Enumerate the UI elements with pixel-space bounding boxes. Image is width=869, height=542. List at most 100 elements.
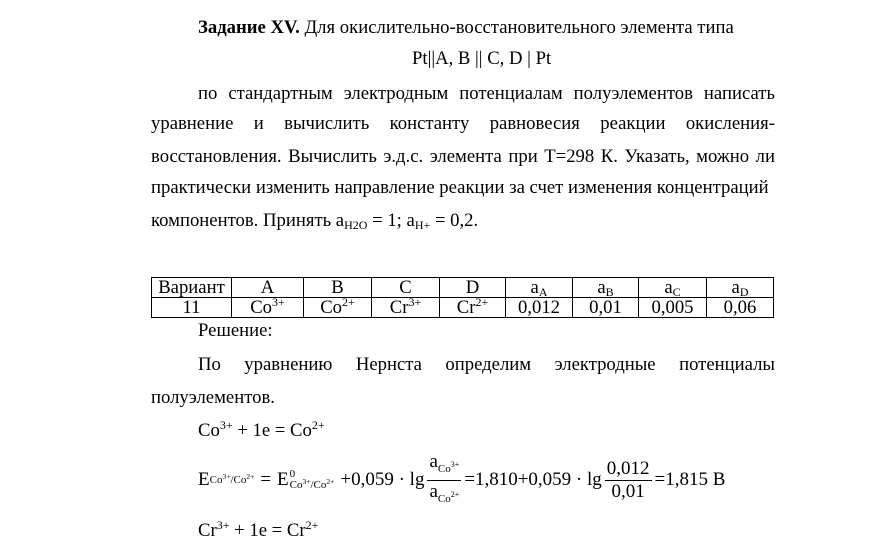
table-cell: 0,01	[572, 297, 639, 318]
word: реакции	[600, 113, 666, 134]
solution-intro-line: По уравнению Нернста определим электродные по…	[198, 354, 775, 376]
word: при	[508, 146, 538, 167]
header-text: Вариант	[158, 277, 225, 298]
reaction-cr: Cr3+ + 1e = Cr2+	[198, 518, 319, 542]
text-fragment: a	[429, 480, 438, 502]
standard-potential-scripts: 0 Co3+/Co2+	[290, 469, 335, 491]
table-cell: 0,06	[706, 297, 774, 318]
table-header-row: Вариант A B C DaA aB aC aD	[151, 277, 774, 298]
charge-sup: 3+	[450, 459, 460, 469]
table-header-cell: B	[303, 277, 372, 298]
charge-sup: 3+	[408, 295, 422, 309]
word: электродным	[343, 83, 449, 104]
text-fragment: Co	[289, 479, 303, 491]
table-cell: 0,012	[505, 297, 573, 318]
paragraph-line-1: по стандартным электродным потенциалам полуэ…	[198, 83, 775, 105]
a-h-subscript: H+	[414, 218, 431, 232]
cell-text: Cr	[389, 297, 409, 318]
table-header-cell: aA	[505, 277, 573, 298]
word: можно	[696, 146, 750, 167]
potential-subscript: Co3+/Co2+	[209, 473, 255, 486]
table-cell: 11	[151, 297, 232, 318]
charge-sup: 3+	[219, 418, 233, 432]
table-cell: Co2+	[303, 296, 372, 318]
log-term: +0,059 · lg	[340, 469, 425, 490]
text-fragment: = 0,2.	[430, 210, 479, 231]
word: вычислить	[284, 113, 370, 134]
solution-heading: Решение:	[198, 320, 273, 341]
table-header-cell: aB	[572, 277, 639, 298]
paragraph-line-3: восстановления. Вычислить э.д.с. элемента пр…	[151, 146, 775, 168]
word: константу	[389, 113, 470, 134]
a-h2o-subscript: H2O	[344, 218, 368, 232]
substituted-term: =1,810+0,059 · lg	[464, 469, 602, 490]
charge-sup: 3+	[216, 518, 230, 532]
table-header-cell: D	[439, 277, 506, 298]
text-fragment: Co	[209, 474, 223, 486]
charge-sup: 2+	[450, 489, 460, 499]
cell-text: 0,01	[589, 297, 622, 318]
text-fragment: компонентов. Принять a	[151, 210, 345, 231]
charge-sup: 3+	[272, 295, 285, 309]
word: элемента	[429, 146, 502, 167]
word: ли	[755, 146, 775, 167]
std-subscript: Co3+/Co2+	[289, 478, 335, 491]
fraction-denominator: 0,01	[611, 480, 645, 502]
word: уравнению	[244, 354, 333, 375]
word: Вычислить	[288, 146, 377, 167]
word: Нернста	[355, 354, 422, 375]
cell-text: 11	[182, 297, 201, 318]
word: по	[198, 83, 218, 104]
paragraph-line-4: практически изменить направление реакции…	[151, 177, 769, 198]
fraction-numerator: 0,012	[604, 457, 652, 481]
cell-text: Co	[320, 297, 343, 318]
word: уравнение	[151, 113, 234, 134]
word: Т=298	[544, 146, 595, 167]
text-fragment: + 1e = Cr	[229, 520, 306, 541]
word: электродные	[554, 354, 656, 375]
word: равновесия	[489, 113, 580, 134]
text-fragment: a	[429, 450, 438, 472]
standard-potential-symbol: E	[277, 469, 289, 490]
table-cell: 0,005	[638, 297, 707, 318]
potential-symbol: E	[198, 469, 210, 490]
table-header-cell: aC	[638, 277, 707, 298]
header-text: a	[731, 277, 740, 298]
charge-sup: 2+	[475, 295, 489, 309]
text-fragment: /Co	[230, 474, 247, 486]
reaction-co: Co3+ + 1e = Co2+	[198, 418, 325, 442]
charge-sup: 2+	[305, 518, 319, 532]
header-text: a	[530, 277, 539, 298]
variant-table: Вариант A B C DaA aB aC aD 11 Co3+ Co2+ Cr3+ Cr2+ 0,…	[151, 277, 774, 318]
text-fragment: Co	[198, 420, 220, 441]
fraction-denominator: aCo2+	[427, 481, 461, 510]
paragraph-line-5: компонентов. Принять aH2O = 1; aH+ = 0,2…	[151, 210, 478, 232]
fraction-numerator: aCo3+	[427, 450, 462, 481]
table-header-cell: C	[371, 277, 440, 298]
word: восстановления.	[151, 146, 282, 167]
numeric-fraction: 0,012 0,01	[604, 457, 652, 503]
word: стандартным	[228, 83, 333, 104]
header-text: a	[597, 277, 606, 298]
table-cell: Cr2+	[439, 295, 506, 318]
cell-text: Cr	[456, 297, 476, 318]
header-text: a	[664, 277, 673, 298]
table-header-cell: aD	[706, 277, 774, 298]
table-cell: Co3+	[231, 295, 304, 318]
equals-sign: =	[260, 469, 272, 490]
task-title: Задание XV. Для окислительно-восстановит…	[198, 17, 734, 39]
cell-text: 0,012	[517, 297, 561, 318]
word: Указать,	[624, 146, 690, 167]
cell-text: 0,06	[723, 297, 757, 318]
text-fragment: + 1e = Co	[232, 420, 312, 441]
paragraph-line-2: уравнение и вычислить константу равновесия ре…	[151, 113, 775, 135]
word: потенциалам	[459, 83, 563, 104]
table-row: 11 Co3+ Co2+ Cr3+ Cr2+ 0,012 0,01 0,005 0,06	[151, 295, 774, 318]
activity-fraction: aCo3+ aCo2+	[427, 450, 462, 510]
task-number: Задание XV.	[198, 17, 300, 38]
text-fragment: /Co	[310, 479, 327, 491]
word: определим	[445, 354, 532, 375]
table-header-cell: A	[231, 277, 304, 298]
word: потенциалы	[679, 354, 775, 375]
charge-sup: 2+	[311, 418, 325, 432]
